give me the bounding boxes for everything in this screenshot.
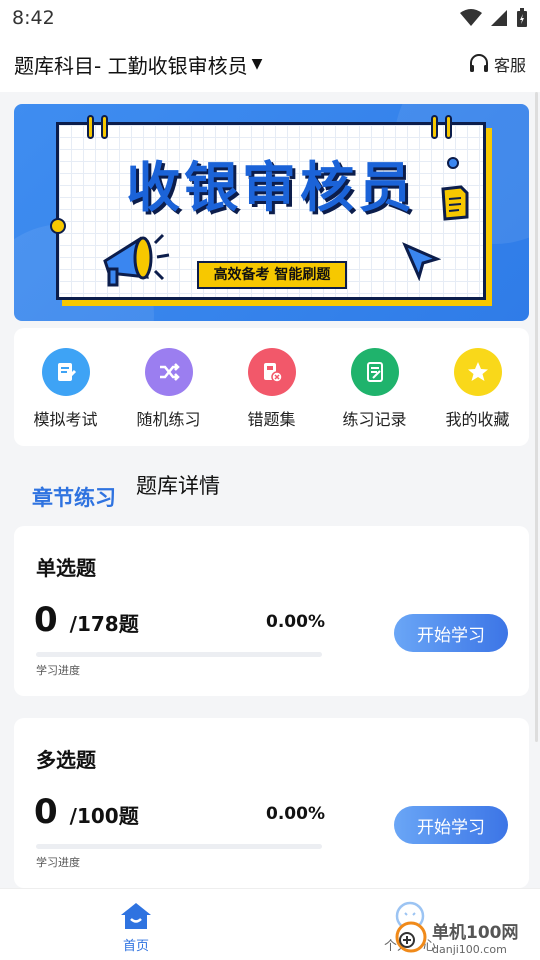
nav-home-label: 首页 [122,939,149,954]
quick-action-label: 模拟考试 [33,410,98,429]
quick-action-random-practice[interactable]: 随机练习 [119,348,219,430]
status-icons [460,8,528,28]
megaphone-icon [103,233,170,287]
start-study-button[interactable]: 开始学习 [394,806,508,844]
watermark-en: danji100.com [432,943,507,956]
headset-icon [469,54,488,72]
wifi-icon [460,9,482,26]
question-count: 0 /178题 [34,600,139,640]
question-count: 0 /100题 [34,792,139,832]
practice-tabs: 章节练习 题库详情 [32,470,220,510]
total-count: /100题 [69,804,139,828]
document-icon [441,185,469,221]
banner[interactable]: 收银审核员 高效备考 智能刷题 [14,104,529,321]
shuffle-icon [144,348,193,396]
tab-chapter-practice[interactable]: 章节练习 [32,482,116,512]
wrong-set-icon [247,348,296,396]
done-count: 0 [34,792,58,832]
quick-actions: 模拟考试 随机练习 错题集 练习记录 我的收藏 [14,328,529,446]
watermark: 单机100网 danji100.com [394,914,540,960]
progress-label: 学习进度 [36,856,80,869]
total-count: /178题 [69,612,139,636]
quick-action-label: 随机练习 [136,410,201,429]
quick-action-label: 练习记录 [342,410,407,429]
service-label: 客服 [493,56,526,75]
battery-icon [517,8,527,27]
question-card-single: 单选题 0 /178题 0.00% 学习进度 开始学习 [14,526,529,696]
star-icon [453,348,502,396]
exam-icon [41,348,90,396]
customer-service-button[interactable]: 客服 [468,52,526,76]
signal-icon [491,10,507,26]
progress-percent: 0.00% [266,804,325,824]
progress-bar [36,844,322,849]
done-count: 0 [34,600,58,640]
record-icon [350,348,399,396]
subject-selector[interactable]: 题库科目- 工勤收银审核员 ▼ [14,50,262,79]
watermark-cn: 单机100网 [432,923,519,943]
progress-label: 学习进度 [36,664,80,677]
caret-down-icon: ▼ [251,56,263,72]
status-time: 8:42 [12,7,55,29]
quick-action-practice-record[interactable]: 练习记录 [325,348,425,430]
scrollbar[interactable] [535,92,538,742]
progress-percent: 0.00% [266,612,325,632]
question-card-multiple: 多选题 0 /100题 0.00% 学习进度 开始学习 [14,718,529,888]
nav-home[interactable]: 首页 [110,901,162,954]
quick-action-label: 我的收藏 [445,410,510,429]
dot-decoration [50,218,66,234]
quick-action-label: 错题集 [247,410,296,429]
progress-bar [36,652,322,657]
dot-decoration [447,157,459,169]
question-type-title: 单选题 [36,556,96,580]
subject-title: 题库科目- 工勤收银审核员 [14,53,248,78]
quick-action-wrong-set[interactable]: 错题集 [222,348,322,430]
quick-action-favorites[interactable]: 我的收藏 [428,348,528,430]
status-bar: 8:42 [0,0,540,36]
start-study-button[interactable]: 开始学习 [394,614,508,652]
quick-action-mock-exam[interactable]: 模拟考试 [16,348,116,430]
banner-title: 收银审核员 [126,156,416,219]
home-icon [121,903,151,929]
banner-tag: 高效备考 智能刷题 [197,261,347,289]
question-type-title: 多选题 [36,748,96,772]
cursor-icon [402,242,441,281]
watermark-logo-icon [395,921,427,953]
banner-board: 收银审核员 高效备考 智能刷题 [56,115,486,300]
tab-bank-details[interactable]: 题库详情 [136,470,220,500]
app-header: 题库科目- 工勤收银审核员 ▼ 客服 [0,36,540,92]
